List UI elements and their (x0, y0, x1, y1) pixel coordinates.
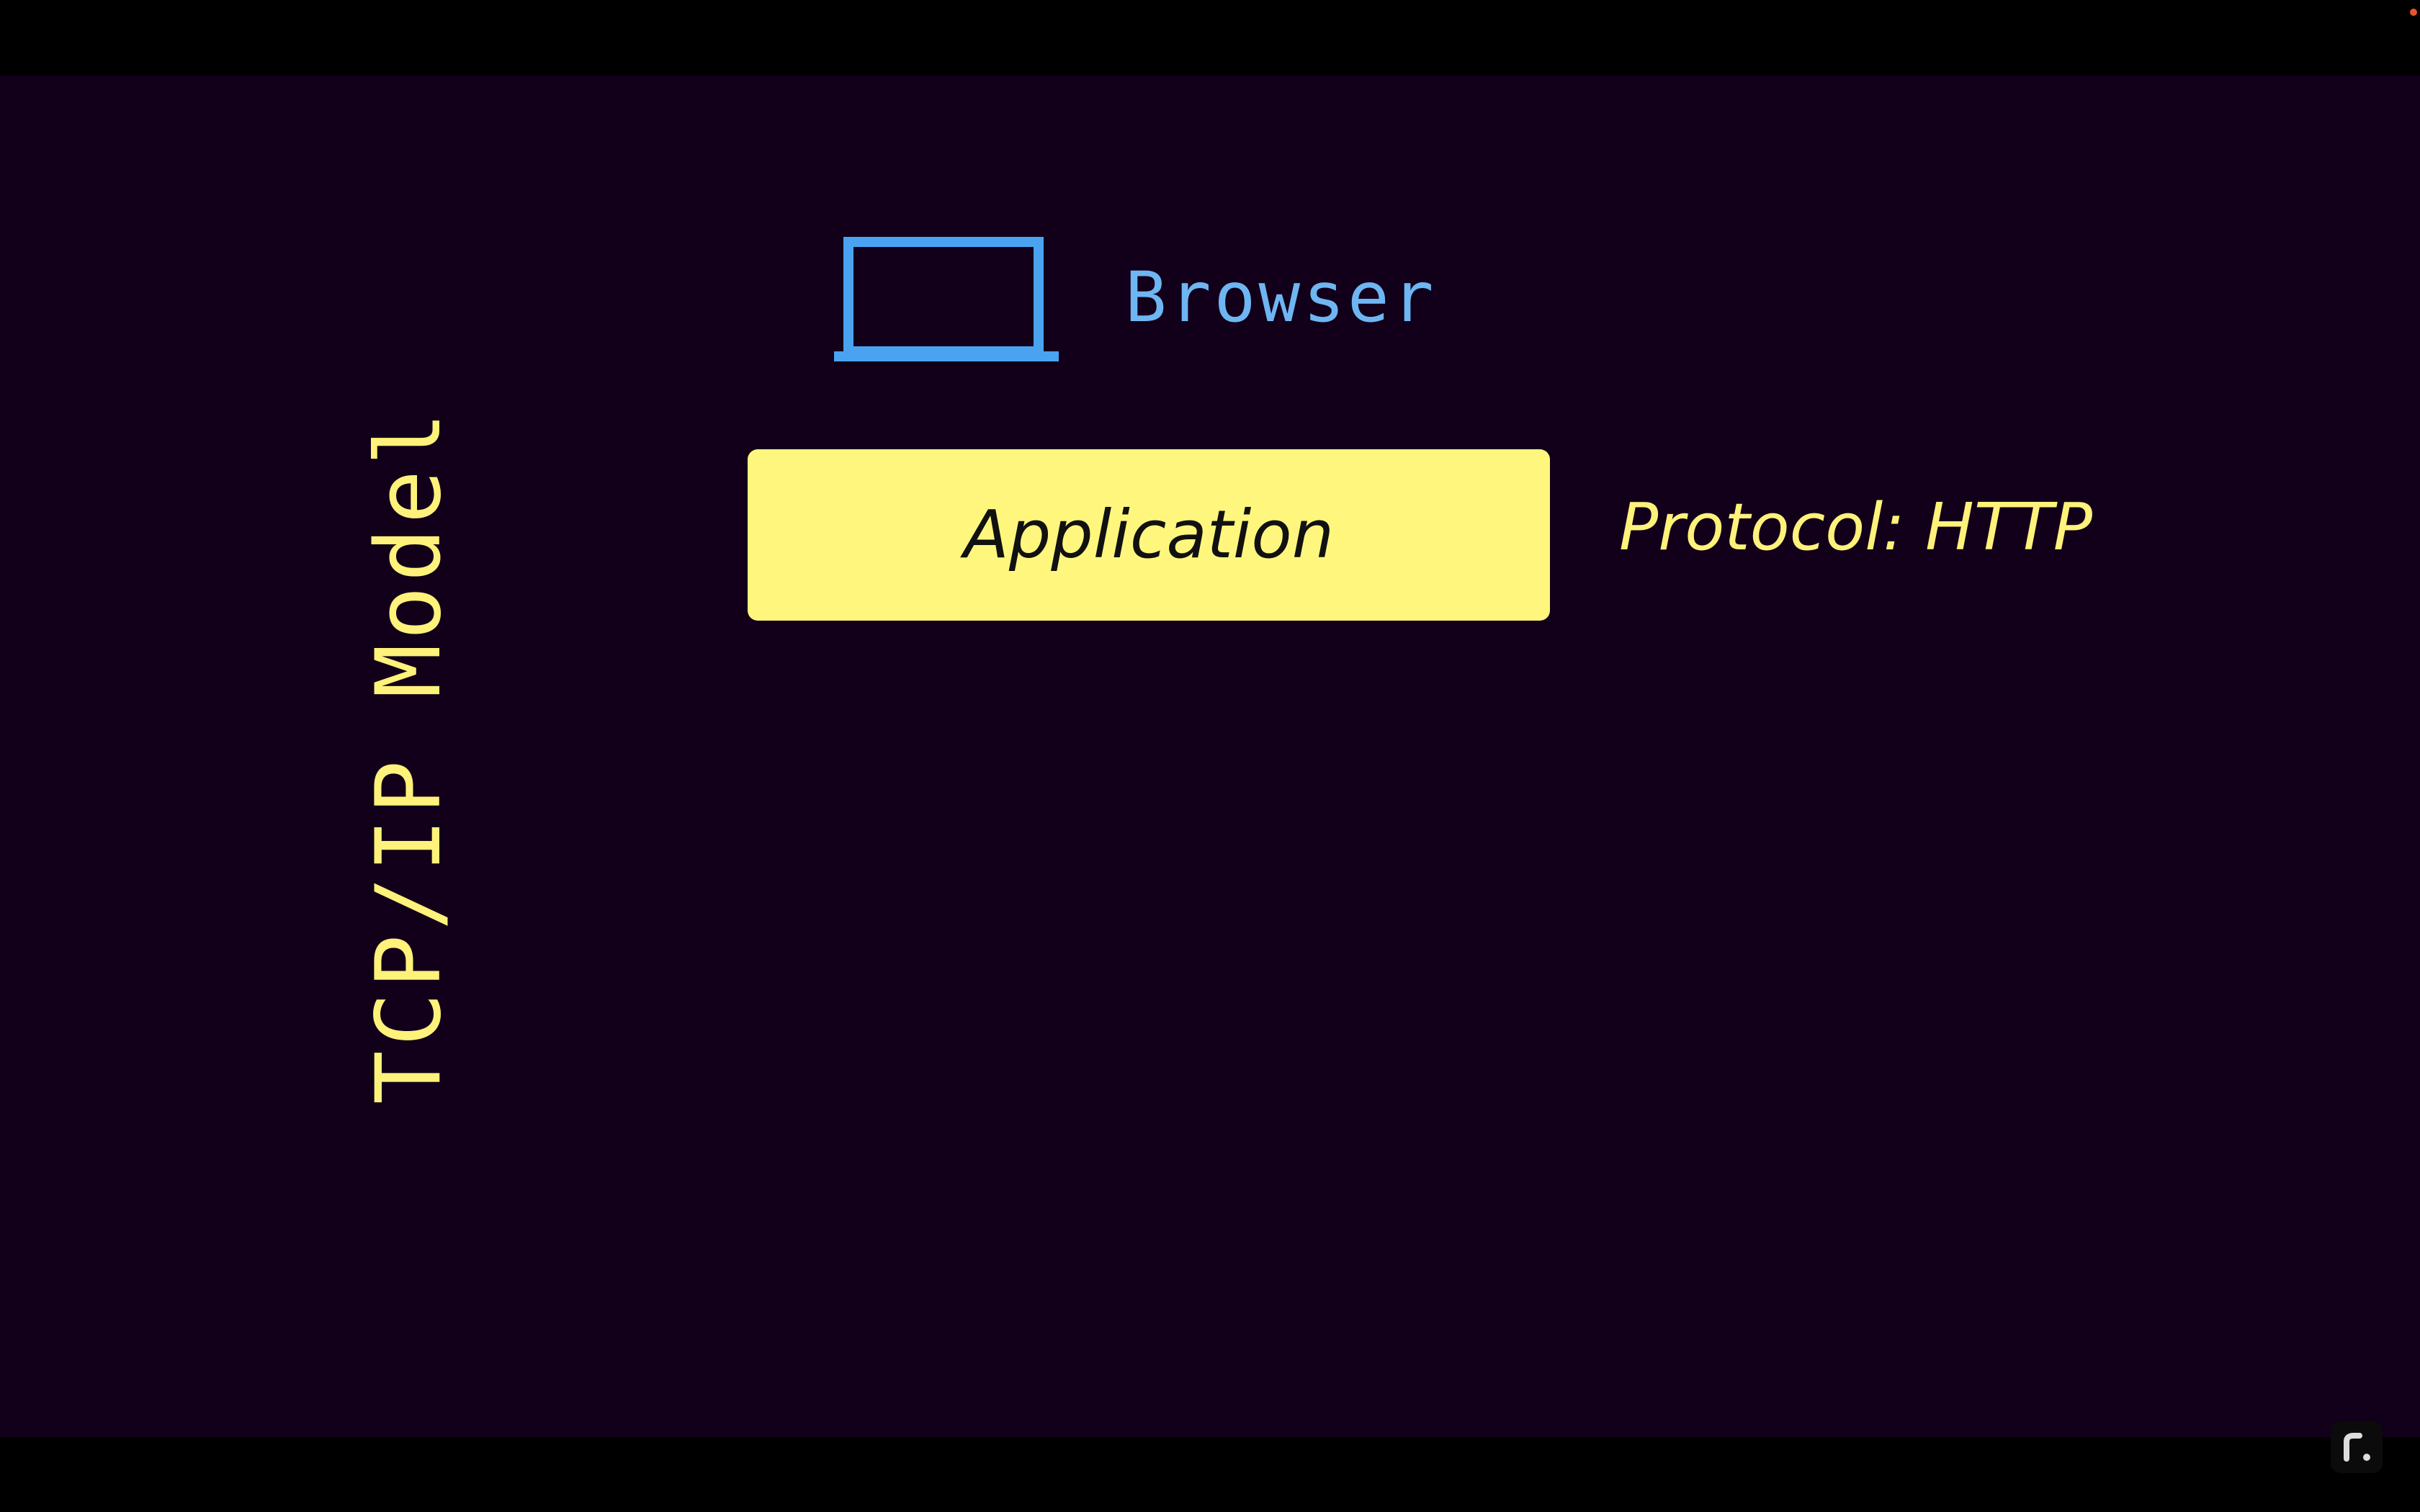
application-layer-label: Application (963, 496, 1335, 573)
slide-title: TCP/IP Model (357, 408, 461, 1104)
protocol-label: Protocol: HTTP (1619, 490, 2093, 565)
browser-label: Browser (1125, 257, 1437, 338)
r-logo-icon (2331, 1421, 2383, 1473)
bottom-letterbox (0, 1437, 2420, 1512)
video-frame: TCP/IP Model Browser Application Protoco… (0, 0, 2420, 1512)
recording-dot-icon (2410, 9, 2417, 16)
application-layer-box: Application (748, 449, 1550, 621)
top-letterbox (0, 0, 2420, 76)
laptop-icon (834, 237, 1059, 361)
